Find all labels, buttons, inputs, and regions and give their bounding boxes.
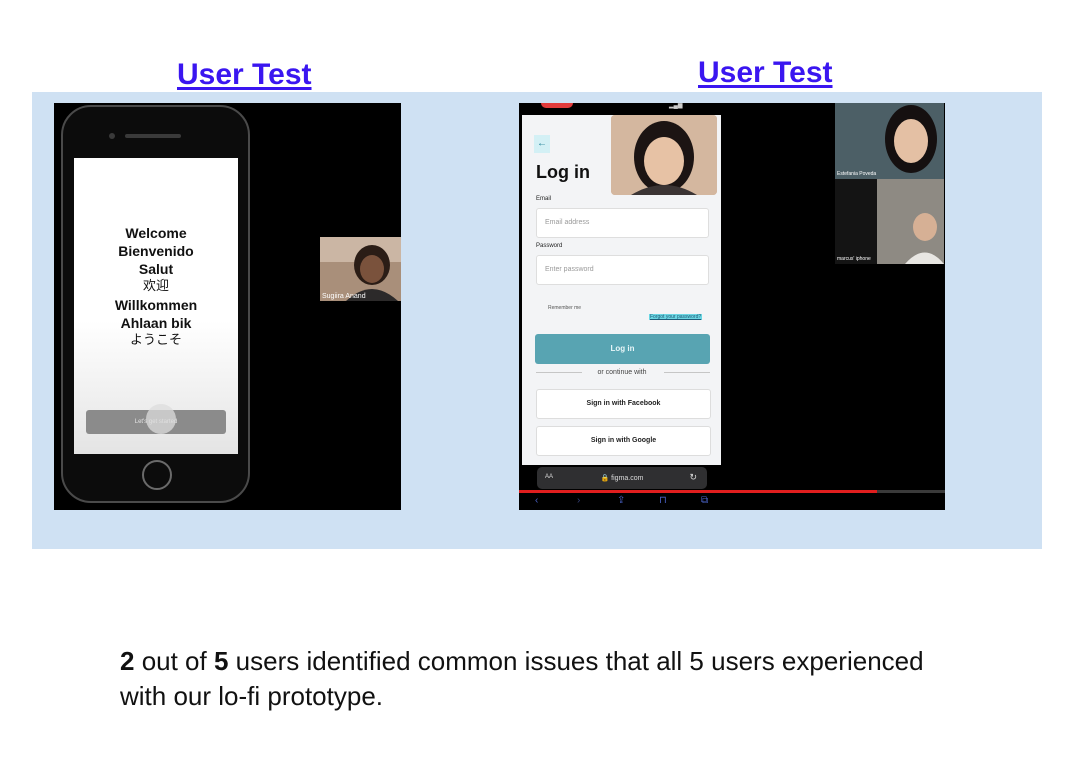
divider bbox=[536, 372, 582, 373]
caption-text: out of bbox=[134, 646, 214, 676]
greeting-text: Willkommen bbox=[114, 297, 198, 313]
home-button-icon[interactable] bbox=[142, 460, 172, 490]
back-icon[interactable]: ‹ bbox=[535, 495, 538, 506]
reload-icon[interactable]: ↻ bbox=[689, 472, 697, 483]
person-avatar-icon bbox=[320, 237, 401, 301]
greeting-text: 欢迎 bbox=[142, 279, 169, 294]
user-test-link-right[interactable]: User Test bbox=[698, 56, 833, 90]
caption-text: users identified common issues that all … bbox=[120, 646, 924, 711]
participant-video: Sugiira Anand bbox=[320, 237, 401, 301]
email-field[interactable]: Email address bbox=[536, 208, 709, 238]
tabs-icon[interactable]: ⧉ bbox=[701, 495, 708, 506]
remember-me-checkbox[interactable]: Remember me bbox=[548, 305, 581, 311]
participant-video: Estefania Poveda bbox=[835, 103, 944, 179]
caption-count: 5 bbox=[213, 646, 229, 676]
or-continue-text: or continue with bbox=[597, 369, 647, 376]
back-arrow-icon[interactable]: ← bbox=[534, 135, 550, 153]
password-label: Password bbox=[536, 243, 563, 249]
person-avatar-icon bbox=[835, 103, 944, 179]
bookmarks-icon[interactable]: ⊓ bbox=[659, 495, 667, 506]
phone-mockup: Welcome Bienvenido Salut 欢迎 Willkommen A… bbox=[61, 105, 250, 503]
signal-icon: ▂▄▆ bbox=[669, 103, 683, 109]
forgot-password-link[interactable]: Forgot your password? bbox=[649, 314, 703, 320]
login-title: Log in bbox=[536, 162, 590, 182]
divider bbox=[664, 372, 710, 373]
browser-toolbar: ‹ › ⇪ ⊓ ⧉ bbox=[519, 495, 721, 510]
participant-name: Estefania Poveda bbox=[837, 171, 877, 177]
video-progress-bar[interactable] bbox=[519, 490, 945, 493]
person-avatar-icon bbox=[611, 115, 717, 195]
participant-name: marcus' iphone bbox=[837, 256, 871, 262]
url-text: 🔒 figma.com bbox=[600, 475, 644, 482]
password-field[interactable]: Enter password bbox=[536, 255, 709, 285]
participant-video bbox=[611, 115, 717, 195]
welcome-screen: Welcome Bienvenido Salut 欢迎 Willkommen A… bbox=[74, 158, 238, 454]
browser-address-bar[interactable]: AA 🔒 figma.com ↻ bbox=[537, 467, 707, 489]
email-label: Email bbox=[536, 196, 552, 202]
speaker-grille bbox=[125, 134, 181, 138]
camera-icon bbox=[109, 133, 115, 139]
facebook-signin-button[interactable]: Sign in with Facebook bbox=[536, 389, 711, 419]
touch-indicator bbox=[146, 404, 176, 434]
forward-icon[interactable]: › bbox=[577, 495, 580, 506]
user-test-recording-right[interactable]: ▂▄▆ ← Log in Email Email address Passwor… bbox=[519, 103, 945, 510]
caption-count: 2 bbox=[120, 646, 135, 676]
greeting-text: ようこそ bbox=[129, 333, 182, 348]
share-icon[interactable]: ⇪ bbox=[617, 495, 625, 506]
recording-indicator bbox=[541, 103, 573, 108]
participant-video: marcus' iphone bbox=[835, 179, 944, 264]
video-progress-fill bbox=[519, 490, 877, 493]
greeting-text: Salut bbox=[138, 261, 174, 277]
greeting-text: Bienvenido bbox=[118, 243, 194, 259]
google-signin-button[interactable]: Sign in with Google bbox=[536, 426, 711, 456]
greeting-text: Welcome bbox=[125, 225, 187, 241]
participant-name: Sugiira Anand bbox=[322, 293, 366, 300]
summary-caption: 2 out of 5 users identified common issue… bbox=[120, 644, 940, 714]
user-test-link-left[interactable]: User Test bbox=[177, 58, 312, 92]
user-test-recording-left[interactable]: Welcome Bienvenido Salut 欢迎 Willkommen A… bbox=[54, 103, 401, 510]
greeting-list: Welcome Bienvenido Salut 欢迎 Willkommen A… bbox=[74, 224, 238, 350]
login-button[interactable]: Log in bbox=[535, 334, 710, 364]
greeting-text: Ahlaan bik bbox=[120, 315, 192, 331]
person-avatar-icon bbox=[835, 179, 944, 264]
